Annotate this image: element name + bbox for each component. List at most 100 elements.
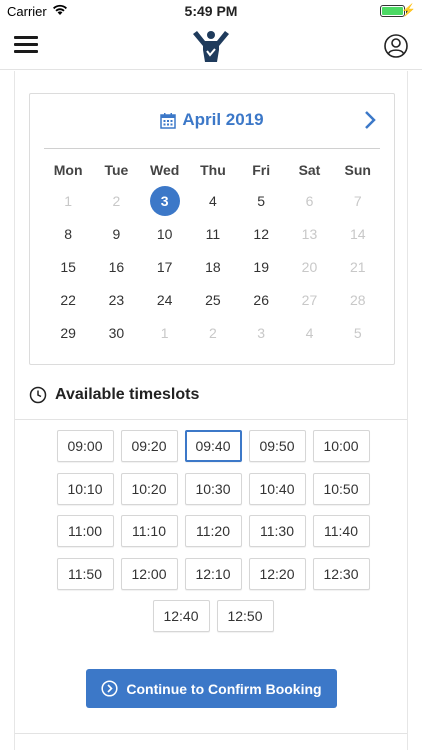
timeslot-button[interactable]: 10:50 bbox=[312, 472, 370, 505]
timeslot-button[interactable]: 12:30 bbox=[312, 557, 370, 590]
calendar-day[interactable]: 26 bbox=[237, 292, 285, 308]
calendar-title: April 2019 bbox=[160, 110, 264, 130]
calendar-day: 21 bbox=[334, 259, 382, 275]
calendar-day-selected[interactable]: 3 bbox=[141, 185, 189, 216]
calendar-day-number: 30 bbox=[108, 324, 125, 341]
calendar-day: 20 bbox=[285, 259, 333, 275]
calendar-day-number: 27 bbox=[301, 291, 318, 308]
timeslot-button[interactable]: 10:00 bbox=[312, 430, 370, 462]
clock-icon bbox=[29, 386, 47, 404]
timeslot-button[interactable]: 09:00 bbox=[56, 430, 114, 462]
calendar-day: 28 bbox=[334, 292, 382, 308]
calendar-day[interactable]: 19 bbox=[237, 259, 285, 275]
calendar-day[interactable]: 29 bbox=[44, 325, 92, 341]
continue-button-label: Continue to Confirm Booking bbox=[126, 680, 322, 697]
timeslot-button[interactable]: 12:00 bbox=[120, 557, 178, 590]
clock: 5:49 PM bbox=[184, 3, 238, 19]
calendar-day-number: 4 bbox=[209, 192, 217, 209]
timeslot-button[interactable]: 11:50 bbox=[56, 557, 114, 590]
calendar-day[interactable]: 18 bbox=[189, 259, 237, 275]
timeslot-button[interactable]: 11:30 bbox=[248, 515, 306, 547]
calendar-day-number: 12 bbox=[253, 225, 269, 242]
calendar-day: 4 bbox=[285, 325, 333, 341]
calendar-week-row: 29 30 1 2 3 4 5 bbox=[44, 316, 382, 349]
calendar-day[interactable]: 12 bbox=[237, 226, 285, 242]
calendar-day[interactable]: 15 bbox=[44, 259, 92, 275]
timeslot-button[interactable]: 09:50 bbox=[248, 430, 306, 462]
continue-button[interactable]: Continue to Confirm Booking bbox=[86, 669, 337, 708]
calendar-day[interactable]: 11 bbox=[189, 226, 237, 242]
timeslot-button[interactable]: 10:40 bbox=[248, 472, 306, 505]
calendar-day[interactable]: 17 bbox=[141, 259, 189, 275]
timeslot-button[interactable]: 10:10 bbox=[56, 472, 114, 505]
calendar-header: April 2019 bbox=[30, 110, 394, 134]
weekday-label: Sun bbox=[344, 162, 371, 178]
calendar-day-number: 5 bbox=[257, 192, 266, 209]
calendar-day-number: 13 bbox=[301, 225, 318, 242]
timeslot-button[interactable]: 09:20 bbox=[120, 430, 178, 462]
calendar-day[interactable]: 25 bbox=[189, 292, 237, 308]
calendar-day: 5 bbox=[334, 325, 382, 341]
calendar-day: 1 bbox=[44, 193, 92, 209]
calendar-day-number: 4 bbox=[305, 324, 314, 341]
calendar-day-number: 24 bbox=[156, 291, 173, 308]
calendar-day-number: 20 bbox=[301, 258, 318, 275]
weekday-label: Tue bbox=[104, 162, 129, 178]
calendar-day-number: 3 bbox=[149, 185, 180, 216]
calendar-day-number: 2 bbox=[112, 192, 121, 209]
calendar-card: April 2019 Mon Tue Wed Thu Fri Sat Sun 1 2 3 4 5 6 7 8… bbox=[29, 93, 395, 365]
calendar-day-number: 11 bbox=[205, 225, 221, 242]
calendar-day-number: 17 bbox=[156, 258, 173, 275]
timeslot-button[interactable]: 11:10 bbox=[120, 515, 178, 547]
calendar-day[interactable]: 10 bbox=[141, 226, 189, 242]
calendar-day[interactable]: 5 bbox=[237, 193, 285, 209]
timeslots-header: Available timeslots bbox=[29, 386, 199, 404]
calendar-grid: Mon Tue Wed Thu Fri Sat Sun 1 2 3 4 5 6 7 8 9 10 11 12 13 14… bbox=[44, 156, 382, 349]
calendar-day[interactable]: 16 bbox=[92, 259, 140, 275]
timeslot-button[interactable]: 11:40 bbox=[312, 515, 370, 547]
calendar-day-number: 28 bbox=[349, 291, 366, 308]
user-profile-icon[interactable] bbox=[384, 34, 408, 58]
month-label: April 2019 bbox=[182, 110, 264, 129]
calendar-day: 6 bbox=[285, 193, 333, 209]
calendar-day[interactable]: 24 bbox=[141, 292, 189, 308]
calendar-day-number: 1 bbox=[160, 324, 169, 341]
timeslot-button[interactable]: 12:50 bbox=[216, 600, 274, 632]
calendar-day[interactable]: 9 bbox=[92, 226, 140, 242]
timeslot-button[interactable]: 12:10 bbox=[184, 557, 242, 590]
calendar-day-number: 1 bbox=[64, 192, 73, 209]
timeslot-button-selected[interactable]: 09:40 bbox=[184, 430, 242, 462]
calendar-day[interactable]: 4 bbox=[189, 193, 237, 209]
timeslots-divider bbox=[15, 419, 407, 420]
next-month-icon[interactable] bbox=[364, 110, 376, 135]
app-logo bbox=[193, 31, 229, 62]
status-bar: Carrier 5:49 PM ⚡ bbox=[0, 0, 422, 22]
timeslot-button[interactable]: 11:20 bbox=[184, 515, 242, 547]
timeslot-list: 09:00 09:20 09:40 09:50 10:00 10:10 10:20 10:30… bbox=[53, 430, 373, 643]
calendar-day[interactable]: 30 bbox=[92, 325, 140, 341]
timeslot-button[interactable]: 12:20 bbox=[248, 557, 306, 590]
calendar-day: 27 bbox=[285, 292, 333, 308]
timeslots-title: Available timeslots bbox=[55, 386, 200, 403]
chevron-circle-right-icon bbox=[101, 680, 118, 697]
timeslot-button[interactable]: 11:00 bbox=[56, 515, 114, 547]
calendar-day[interactable]: 8 bbox=[44, 226, 92, 242]
charging-icon: ⚡ bbox=[401, 3, 416, 17]
calendar-day: 2 bbox=[92, 193, 140, 209]
menu-icon[interactable] bbox=[14, 36, 38, 54]
calendar-day-number: 2 bbox=[209, 324, 217, 341]
weekday-label: Fri bbox=[252, 162, 271, 178]
calendar-day[interactable]: 22 bbox=[44, 292, 92, 308]
calendar-day-number: 26 bbox=[253, 291, 269, 308]
footer-divider bbox=[15, 733, 407, 734]
timeslot-button[interactable]: 10:30 bbox=[184, 472, 242, 505]
weekday-label: Wed bbox=[150, 162, 180, 178]
timeslot-button[interactable]: 10:20 bbox=[120, 472, 178, 505]
calendar-day-number: 9 bbox=[112, 225, 121, 242]
calendar-day-number: 15 bbox=[60, 258, 76, 275]
timeslot-button[interactable]: 12:40 bbox=[152, 600, 210, 632]
calendar-day-number: 29 bbox=[60, 324, 76, 341]
calendar-day-number: 25 bbox=[205, 291, 221, 308]
calendar-day[interactable]: 23 bbox=[92, 292, 140, 308]
calendar-day: 14 bbox=[334, 226, 382, 242]
